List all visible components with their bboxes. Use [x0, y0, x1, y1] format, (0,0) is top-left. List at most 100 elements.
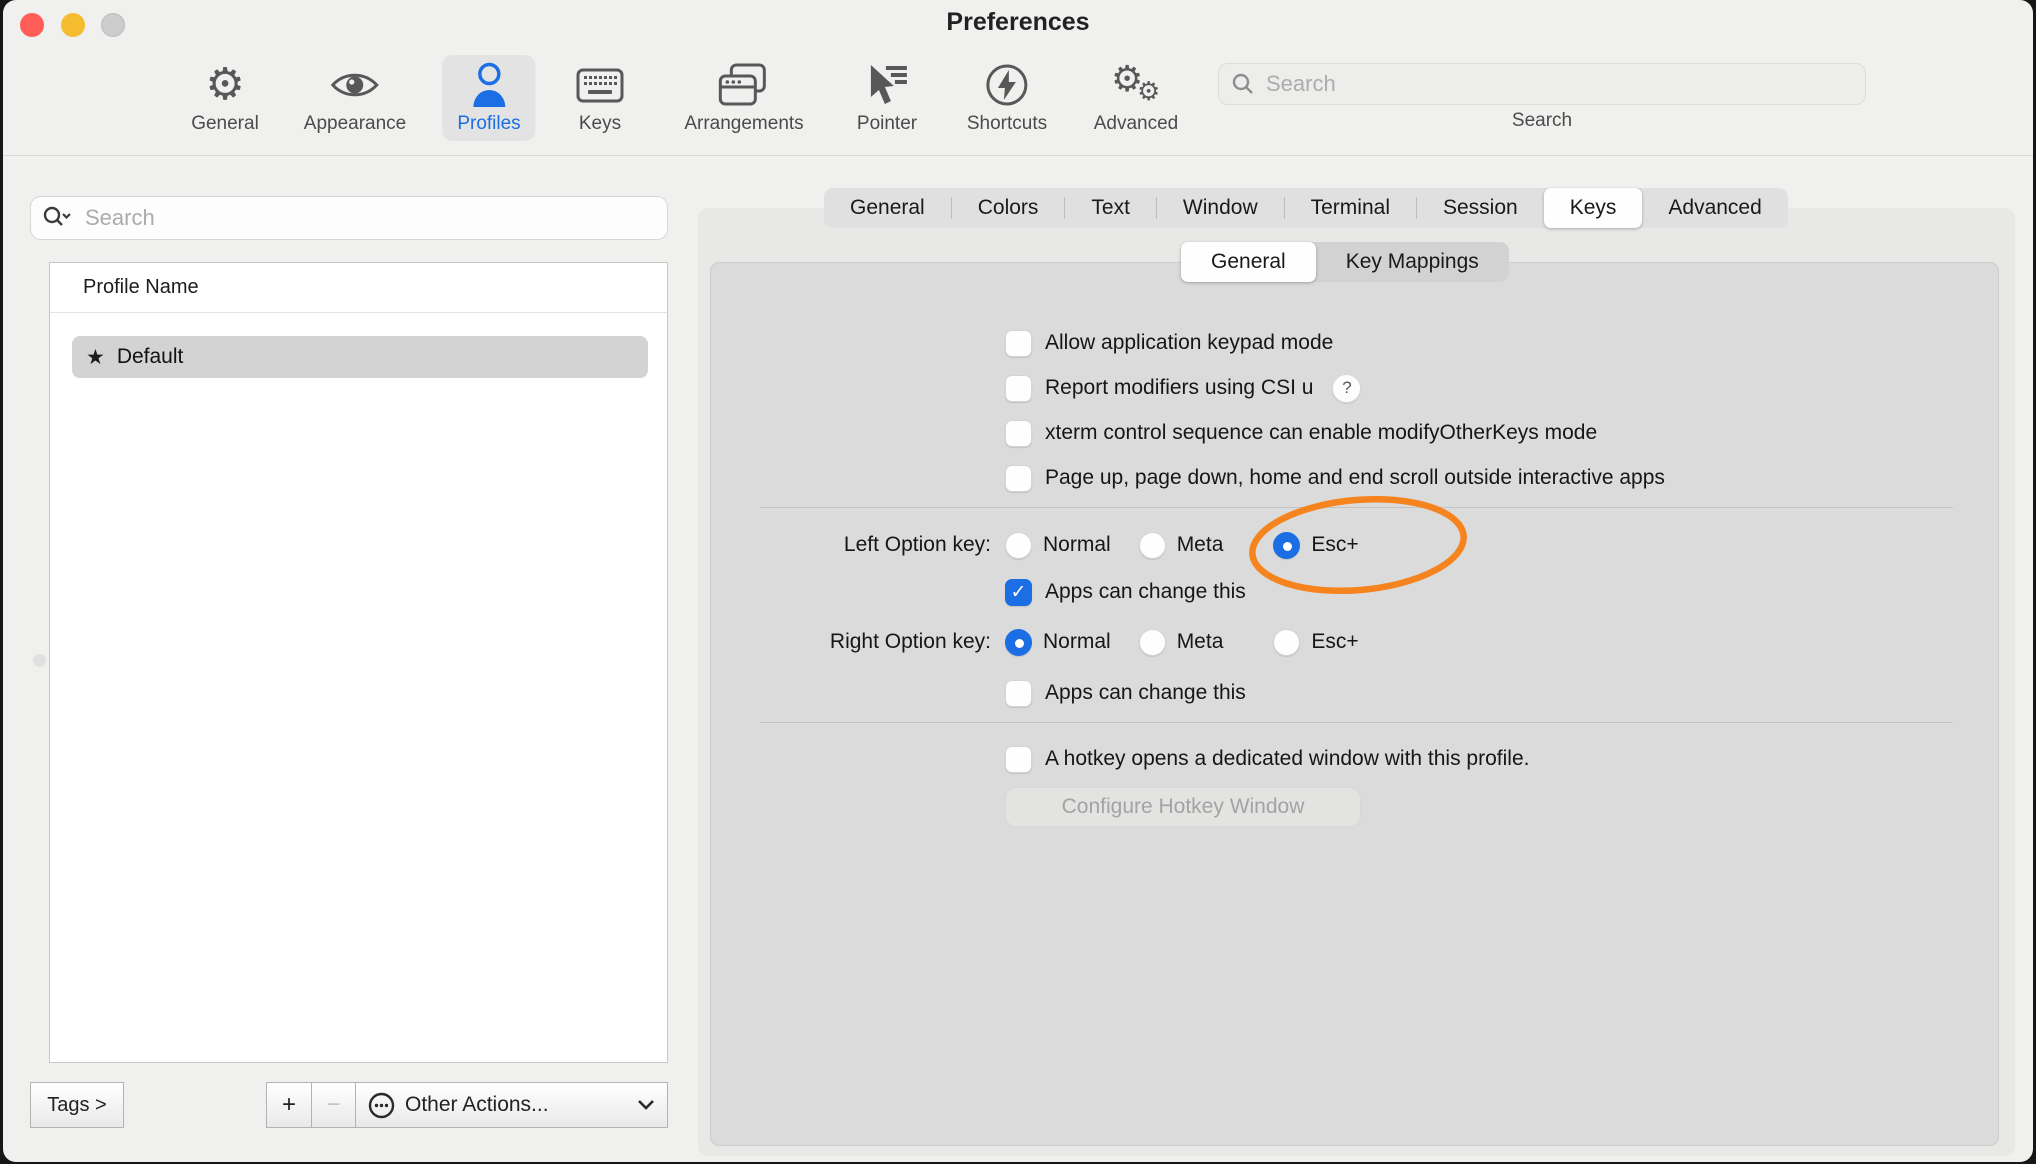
right-option-key-row: Right Option key: Normal Meta Esc+	[663, 622, 1359, 662]
radio-label: Normal	[1043, 533, 1111, 557]
preferences-window: Preferences ⚙ General Appearance Profile…	[3, 0, 2033, 1162]
tab-colors[interactable]: Colors	[952, 188, 1065, 228]
left-option-meta[interactable]: Meta	[1139, 532, 1224, 559]
gear-icon: ⚙	[205, 62, 244, 108]
checkbox-page-scroll[interactable]	[1005, 465, 1032, 492]
search-menu-icon	[43, 206, 73, 230]
tab-window[interactable]: Window	[1157, 188, 1284, 228]
tags-button[interactable]: Tags >	[30, 1082, 124, 1128]
toolbar-item-pointer[interactable]: Pointer	[842, 55, 932, 141]
window-title: Preferences	[3, 8, 2033, 37]
radio-esc-selected[interactable]	[1273, 532, 1300, 559]
tab-general[interactable]: General	[824, 188, 951, 228]
subtab-key-mappings[interactable]: Key Mappings	[1316, 242, 1509, 282]
checkbox-label: xterm control sequence can enable modify…	[1045, 421, 1597, 445]
checkbox-label: Apps can change this	[1045, 681, 1246, 705]
profile-name: Default	[117, 345, 184, 369]
other-actions-label: Other Actions...	[405, 1093, 627, 1117]
windows-icon	[718, 62, 770, 108]
checkbox-left-apps-can-change[interactable]	[1005, 579, 1032, 606]
checkbox-row: Page up, page down, home and end scroll …	[1005, 458, 1665, 498]
configure-hotkey-window-button: Configure Hotkey Window	[1005, 787, 1361, 827]
checkbox-right-apps-can-change[interactable]	[1005, 680, 1032, 707]
toolbar-divider	[3, 155, 2033, 156]
toolbar-label: Advanced	[1094, 113, 1179, 135]
toolbar-label: Appearance	[304, 113, 406, 135]
checkbox-row: Allow application keypad mode	[1005, 323, 1333, 363]
profile-name-column-header: Profile Name	[50, 263, 667, 313]
toolbar-search-caption: Search	[1218, 110, 1866, 132]
toolbar-label: Keys	[579, 113, 621, 135]
right-option-key-label: Right Option key:	[663, 630, 991, 654]
toolbar-label: Shortcuts	[967, 113, 1047, 135]
add-profile-button[interactable]: +	[266, 1082, 312, 1128]
checkbox-row: Report modifiers using CSI u ?	[1005, 368, 1361, 408]
checkbox-csi-u[interactable]	[1005, 375, 1032, 402]
checkbox-hotkey-window[interactable]	[1005, 746, 1032, 773]
screen: Preferences ⚙ General Appearance Profile…	[0, 0, 2036, 1164]
radio-label: Esc+	[1311, 533, 1358, 557]
left-option-normal[interactable]: Normal	[1005, 532, 1111, 559]
right-option-esc[interactable]: Esc+	[1273, 629, 1358, 656]
radio-normal[interactable]	[1005, 532, 1032, 559]
subtab-general[interactable]: General	[1181, 242, 1316, 282]
toolbar-label: Arrangements	[684, 113, 803, 135]
toolbar-item-general[interactable]: ⚙ General	[176, 55, 274, 141]
keyboard-icon	[576, 62, 624, 108]
section-divider	[760, 722, 1953, 723]
radio-normal-selected[interactable]	[1005, 629, 1032, 656]
other-actions-dropdown[interactable]: Other Actions...	[355, 1082, 668, 1128]
left-option-key-label: Left Option key:	[663, 533, 991, 557]
right-apps-can-change-row: Apps can change this	[1005, 673, 1246, 713]
radio-label: Meta	[1177, 533, 1224, 557]
keys-subtab-bar: General Key Mappings	[1181, 242, 1509, 282]
lightning-icon	[985, 62, 1029, 108]
radio-meta[interactable]	[1139, 629, 1166, 656]
checkbox-label: Allow application keypad mode	[1045, 331, 1333, 355]
cursor-icon	[864, 62, 910, 108]
toolbar-item-keys[interactable]: Keys	[561, 55, 639, 141]
checkbox-modify-other-keys[interactable]	[1005, 420, 1032, 447]
toolbar-item-profiles[interactable]: Profiles	[442, 55, 535, 141]
left-option-key-row: Left Option key: Normal Meta Esc+	[663, 525, 1359, 565]
tab-keys[interactable]: Keys	[1544, 188, 1643, 228]
left-option-esc[interactable]: Esc+	[1273, 532, 1358, 559]
eye-icon	[331, 62, 379, 108]
toolbar-item-appearance[interactable]: Appearance	[289, 55, 421, 141]
toolbar-item-arrangements[interactable]: Arrangements	[669, 55, 818, 141]
toolbar-item-shortcuts[interactable]: Shortcuts	[952, 55, 1062, 141]
radio-label: Meta	[1177, 630, 1224, 654]
profile-search-field[interactable]	[30, 196, 668, 240]
tab-advanced[interactable]: Advanced	[1642, 188, 1787, 228]
profile-search-input[interactable]	[83, 204, 655, 232]
star-icon: ★	[86, 345, 105, 369]
ellipsis-circle-icon	[368, 1092, 395, 1119]
hotkey-row: A hotkey opens a dedicated window with t…	[1005, 739, 1529, 779]
checkbox-label: A hotkey opens a dedicated window with t…	[1045, 747, 1529, 771]
toolbar-label: General	[191, 113, 259, 135]
checkbox-allow-keypad[interactable]	[1005, 330, 1032, 357]
toolbar-search-input[interactable]	[1264, 70, 1852, 98]
splitter-handle-dot	[33, 654, 46, 667]
section-divider	[760, 507, 1953, 508]
left-apps-can-change-row: Apps can change this	[1005, 572, 1246, 612]
right-option-normal[interactable]: Normal	[1005, 629, 1111, 656]
tab-terminal[interactable]: Terminal	[1285, 188, 1416, 228]
person-icon	[469, 62, 509, 108]
toolbar-label: Pointer	[857, 113, 917, 135]
tab-text[interactable]: Text	[1065, 188, 1156, 228]
checkbox-row: xterm control sequence can enable modify…	[1005, 413, 1597, 453]
toolbar-item-advanced[interactable]: ⚙ ⚙ Advanced	[1079, 55, 1194, 141]
checkbox-label: Report modifiers using CSI u	[1045, 376, 1313, 400]
profile-row-default[interactable]: ★ Default	[72, 336, 648, 378]
toolbar-label: Profiles	[457, 113, 520, 135]
tab-session[interactable]: Session	[1417, 188, 1544, 228]
toolbar-search-field[interactable]	[1218, 63, 1866, 105]
checkbox-label: Page up, page down, home and end scroll …	[1045, 466, 1665, 490]
right-option-meta[interactable]: Meta	[1139, 629, 1224, 656]
remove-profile-button: −	[311, 1082, 356, 1128]
help-button[interactable]: ?	[1332, 374, 1361, 403]
radio-label: Normal	[1043, 630, 1111, 654]
radio-meta[interactable]	[1139, 532, 1166, 559]
radio-esc[interactable]	[1273, 629, 1300, 656]
